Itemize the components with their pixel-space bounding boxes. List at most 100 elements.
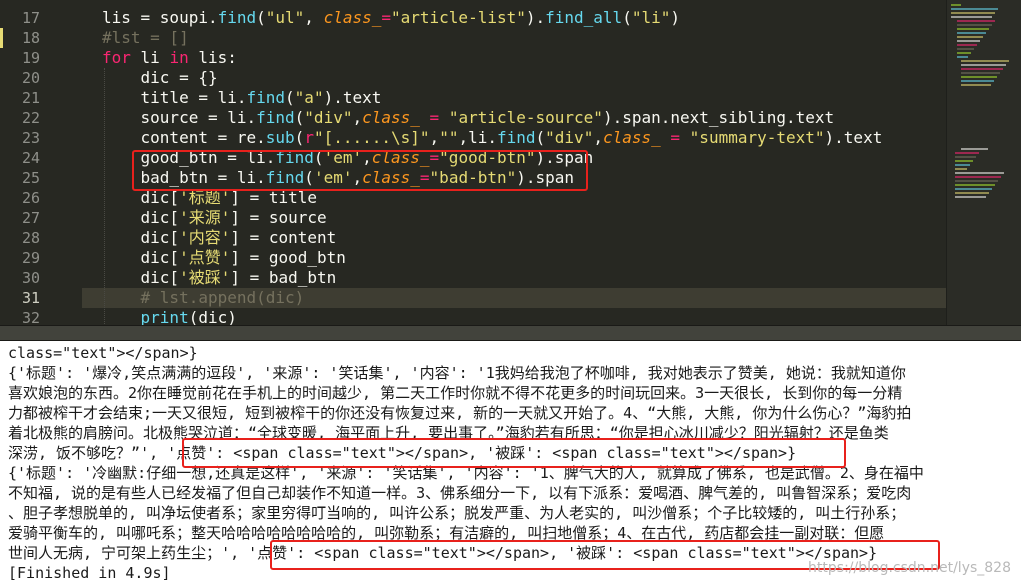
code-token: ).span.next_sibling.text [602, 108, 835, 127]
code-token: ( [535, 128, 546, 147]
line-number: 25 [21, 169, 40, 187]
build-status-line: [Finished in 4.9s] [8, 564, 171, 582]
minimap-line [961, 148, 988, 150]
minimap-line [955, 180, 998, 182]
line-number: 17 [21, 9, 40, 27]
code-line[interactable]: dic['内容'] = content [102, 228, 337, 248]
watermark-text: https://blog.csdn.net/lys_828 [808, 560, 1011, 576]
line-number: 30 [21, 269, 40, 287]
code-token: , [593, 128, 603, 147]
minimap-line [955, 176, 1001, 178]
code-token: ).text [824, 128, 883, 147]
minimap-line [957, 28, 989, 30]
code-editor[interactable]: 17 18 19 20 21 22 23 24 25 26 27 28 29 30 31 32 lis = s… [0, 0, 1021, 325]
code-line[interactable]: content = re.sub(r"[......\s]","",li.fin… [102, 128, 883, 148]
code-token: class_ [602, 128, 661, 147]
minimap-line [951, 4, 961, 6]
code-token: # lst.append(dic) [102, 288, 305, 307]
code-token: ,li. [458, 128, 497, 147]
code-line[interactable]: # lst.append(dic) [102, 288, 305, 308]
code-token: '点赞' [179, 248, 231, 267]
code-token: "a" [294, 88, 324, 107]
code-token: content = re. [102, 128, 266, 147]
line-number: 22 [21, 109, 40, 127]
code-token: for [102, 48, 131, 67]
code-token: dic[ [102, 248, 180, 267]
code-token: class_ [362, 108, 420, 127]
minimap-line [951, 16, 992, 18]
code-token: ( [285, 88, 295, 107]
code-token: ] = content [230, 228, 337, 247]
minimap-line [955, 192, 989, 194]
code-line[interactable]: print(dic) [102, 308, 237, 325]
code-token: print [140, 308, 189, 325]
minimap-line [955, 160, 973, 162]
code-token: "div" [304, 108, 353, 127]
line-number: 29 [21, 249, 40, 267]
code-token: "" [439, 128, 459, 147]
code-token: "[......\s]" [313, 128, 430, 147]
output-line: 、胆子孝想脱单的, 叫净坛使者系；家里穷得叮当响的, 叫许公系；脱发严重、为人老… [8, 504, 906, 522]
code-line[interactable]: for li in lis: [102, 48, 237, 68]
code-token: ( [256, 8, 266, 27]
code-token: '被踩' [179, 268, 231, 287]
minimap-line [957, 36, 983, 38]
code-token: dic[ [102, 228, 180, 247]
line-number: 20 [21, 69, 40, 87]
line-number: 26 [21, 189, 40, 207]
code-token: find [496, 128, 536, 147]
code-token: find [256, 108, 295, 127]
code-token: (dic) [188, 308, 237, 325]
code-token: find_all [545, 8, 623, 27]
minimap-line [961, 64, 1006, 66]
code-line[interactable]: dic['点赞'] = good_btn [102, 248, 346, 268]
code-token: "article-list" [391, 8, 526, 27]
minimap-line [957, 40, 980, 42]
minimap-line [957, 24, 992, 26]
code-token: class_ [323, 8, 382, 27]
code-token: "li" [631, 8, 671, 27]
code-line[interactable]: dic['来源'] = source [102, 208, 327, 228]
line-number: 31 [21, 289, 40, 307]
line-number: 21 [21, 89, 40, 107]
code-token: , [352, 108, 363, 127]
output-line: 力都被榨干才会结束;一天又很短, 短到被榨干的你还没有恢复过来, 新的一天就又开… [8, 404, 912, 422]
code-line[interactable]: dic['标题'] = title [102, 188, 318, 208]
minimap[interactable] [946, 0, 1021, 325]
code-token: "ul" [265, 8, 305, 27]
minimap-line [961, 80, 994, 82]
minimap-line [957, 20, 995, 22]
code-token: li [130, 48, 170, 67]
minimap-line [957, 44, 977, 46]
line-number: 28 [21, 229, 40, 247]
code-token: ).text [323, 88, 382, 107]
minimap-line [955, 156, 976, 158]
code-line[interactable]: source = li.find("div",class_ = "article… [102, 108, 835, 128]
code-line[interactable]: title = li.find("a").text [102, 88, 382, 108]
code-token: in [169, 48, 189, 67]
line-number: 19 [21, 49, 40, 67]
line-number-gutter: 17 18 19 20 21 22 23 24 25 26 27 28 29 30 31 32 [0, 0, 82, 325]
minimap-line [961, 72, 1000, 74]
code-token: "div" [545, 128, 594, 147]
code-line[interactable]: dic = {} [102, 68, 218, 88]
output-line: class="text"></span>} [8, 344, 198, 362]
code-token: dic[ [102, 208, 180, 227]
minimap-line [951, 8, 998, 10]
minimap-line [955, 172, 1004, 174]
minimap-line [957, 48, 974, 50]
minimap-line [961, 76, 997, 78]
code-line[interactable]: lis = soupi.find("ul", class_="article-l… [102, 8, 680, 28]
minimap-line [961, 68, 1003, 70]
line-number: 23 [21, 129, 40, 147]
panel-splitter[interactable] [0, 325, 1021, 341]
minimap-line [957, 52, 971, 54]
line-number: 27 [21, 209, 40, 227]
build-output-panel[interactable]: class="text"></span>} {'标题': '爆冷,笑点满满的逗段'… [0, 341, 1021, 584]
code-token: = [660, 128, 690, 147]
code-token: dic = {} [102, 68, 218, 87]
code-line[interactable]: #lst = [] [102, 28, 189, 48]
code-line[interactable]: dic['被踩'] = bad_btn [102, 268, 337, 288]
code-token: = [381, 8, 391, 27]
code-token: , [429, 128, 440, 147]
